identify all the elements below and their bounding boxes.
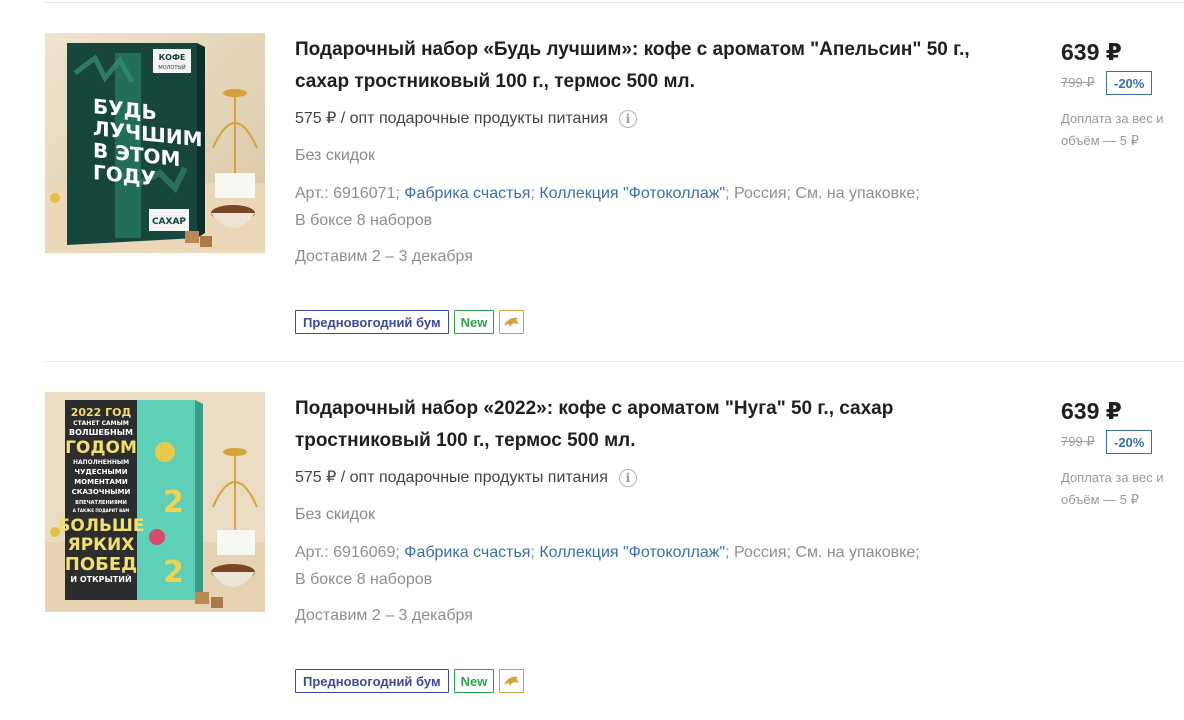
product-meta: Арт.: 6916069; Фабрика счастья; Коллекци… (295, 539, 975, 593)
box-quantity: В боксе 8 наборов (295, 212, 433, 229)
no-discount-label: Без скидок (295, 506, 375, 523)
composition: См. на упаковке; (795, 544, 920, 561)
old-price: 799 ₽ (1061, 75, 1095, 90)
image-label: МОЛОТЫЙ (158, 64, 185, 71)
wholesale-price: 575 ₽ / опт подарочные продукты питания … (295, 466, 637, 490)
brand-link[interactable]: Фабрика счастья (404, 544, 530, 561)
separator: ; (530, 544, 535, 561)
product-card: БУДЬ ЛУЧШИМ В ЭТОМ ГОДУ КОФЕ МОЛОТЫЙ САХ… (0, 2, 1184, 361)
promo-badge[interactable]: Предновогодний бум (295, 310, 449, 334)
image-text-line: ГОДОМ (65, 438, 137, 458)
separator: ; (725, 185, 730, 202)
image-text-line: ПОБЕД (65, 554, 137, 575)
product-title[interactable]: Подарочный набор «Будь лучшим»: кофе с а… (295, 34, 995, 98)
no-discount-label: Без скидок (295, 147, 375, 164)
price: 639 ₽ (1061, 398, 1122, 424)
wholesale-price-text: 575 ₽ / опт подарочные продукты питания (295, 469, 608, 486)
image-text-line: 2022 ГОД (71, 406, 132, 419)
image-text-line: НАПОЛНЕННЫМ (73, 459, 129, 466)
discount-badge: -20% (1106, 430, 1153, 454)
surcharge-note: Доплата за вес и объём — 5 ₽ (1061, 470, 1164, 507)
delivery-date: Доставим 2 – 3 декабря (295, 607, 473, 624)
surcharge-note: Доплата за вес и объём — 5 ₽ (1061, 111, 1164, 148)
article-number: Арт.: 6916071; (295, 185, 400, 202)
discount-badge: -20% (1106, 71, 1153, 95)
image-text-line: МОМЕНТАМИ (74, 478, 128, 486)
separator: ; (530, 185, 535, 202)
separator: ; (725, 544, 730, 561)
image-text-line: ЯРКИХ (68, 535, 135, 555)
composition: См. на упаковке; (795, 185, 920, 202)
svg-text:2: 2 (163, 485, 184, 520)
info-icon[interactable]: i (618, 110, 637, 128)
product-image[interactable]: БУДЬ ЛУЧШИМ В ЭТОМ ГОДУ КОФЕ МОЛОТЫЙ САХ… (45, 33, 265, 253)
product-meta: Арт.: 6916071; Фабрика счастья; Коллекци… (295, 180, 975, 234)
country: Россия; (734, 185, 791, 202)
new-badge[interactable]: New (453, 669, 495, 693)
image-text-line: А ТАКЖЕ ПОДАРИТ ВАМ (73, 508, 130, 513)
price: 639 ₽ (1061, 39, 1122, 65)
country: Россия; (734, 544, 791, 561)
promo-badge[interactable]: Предновогодний бум (295, 669, 449, 693)
dolphin-icon[interactable] (499, 669, 525, 693)
delivery-date: Доставим 2 – 3 декабря (295, 248, 473, 265)
box-quantity: В боксе 8 наборов (295, 571, 433, 588)
badges: Предновогодний бум New (295, 669, 525, 693)
image-text-line: СТАНЕТ САМЫМ (73, 420, 129, 427)
old-price: 799 ₽ (1061, 434, 1095, 449)
badges: Предновогодний бум New (295, 310, 525, 334)
image-text-line: ЧУДЕСНЫМИ (74, 468, 127, 476)
svg-text:2: 2 (163, 555, 184, 590)
collection-link[interactable]: Коллекция "Фотоколлаж" (539, 544, 725, 561)
product-card: 2 2 2022 ГОД СТАНЕТ САМЫМ ВОЛШЕБНЫМ ГОДО… (0, 361, 1184, 720)
product-title[interactable]: Подарочный набор «2022»: кофе с ароматом… (295, 393, 995, 457)
image-text-line: И ОТКРЫТИЙ (70, 573, 131, 584)
wholesale-price: 575 ₽ / опт подарочные продукты питания … (295, 107, 637, 131)
image-label: САХАР (152, 217, 186, 227)
product-image[interactable]: 2 2 2022 ГОД СТАНЕТ САМЫМ ВОЛШЕБНЫМ ГОДО… (45, 392, 265, 612)
brand-link[interactable]: Фабрика счастья (404, 185, 530, 202)
article-number: Арт.: 6916069; (295, 544, 400, 561)
image-text-line: СКАЗОЧНЫМИ (72, 488, 131, 496)
wholesale-price-text: 575 ₽ / опт подарочные продукты питания (295, 110, 608, 127)
image-label: КОФЕ (159, 53, 186, 62)
image-text-line: ВПЕЧАТЛЕНИЯМИ (75, 500, 127, 506)
image-text-line: БОЛЬШЕ (57, 516, 144, 536)
collection-link[interactable]: Коллекция "Фотоколлаж" (539, 185, 725, 202)
new-badge[interactable]: New (453, 310, 495, 334)
info-icon[interactable]: i (618, 469, 637, 487)
image-text-line: ВОЛШЕБНЫМ (69, 428, 133, 437)
dolphin-icon[interactable] (499, 310, 525, 334)
